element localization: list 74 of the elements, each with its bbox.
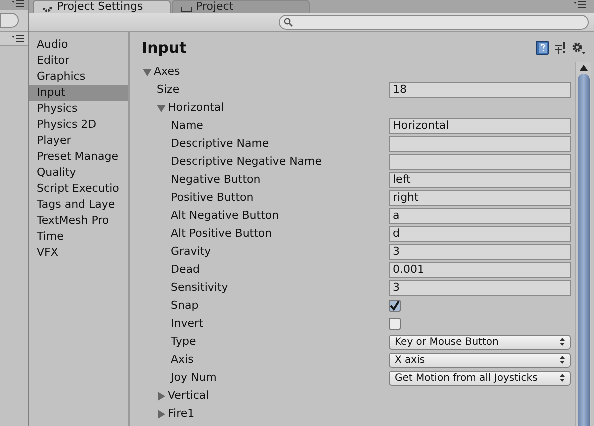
property-label: Descriptive Name [171,136,270,152]
up-down-arrows-icon [560,374,565,382]
dropdown[interactable]: X axis [389,352,571,368]
expanded-arrow-icon[interactable] [157,104,166,112]
input-field[interactable] [389,154,571,170]
page-title: Input [142,38,187,59]
up-down-arrows-icon [560,356,565,364]
foldout-label[interactable]: Horizontal [168,100,224,116]
foldout-label[interactable]: Axes [154,64,180,80]
sidebar-item[interactable]: Player [29,133,128,149]
collapsed-arrow-icon[interactable] [157,392,166,400]
property-label: Joy Num [171,370,217,386]
input-field[interactable]: a [389,208,571,224]
input-field[interactable]: d [389,226,571,242]
input-field[interactable]: Horizontal [389,118,571,134]
sidebar-item[interactable]: Physics [29,101,128,117]
help-book-icon[interactable] [536,41,549,55]
property-label: Gravity [171,244,212,260]
property-label: Type [171,334,196,350]
menu-icon[interactable] [574,1,586,8]
dropdown[interactable]: Get Motion from all Joysticks [389,370,571,386]
gear-icon[interactable] [572,42,586,54]
property-label: Descriptive Negative Name [171,154,322,170]
property-label: Positive Button [171,190,254,206]
input-field[interactable]: 18 [389,82,571,98]
property-label: Negative Button [171,172,261,188]
search-field[interactable] [279,14,589,30]
expanded-arrow-icon[interactable] [143,68,152,76]
property-label: Sensitivity [171,280,228,296]
input-field[interactable]: left [389,172,571,188]
menu-icon[interactable] [12,0,24,7]
property-label: Invert [171,316,204,332]
dropdown[interactable]: Key or Mouse Button [389,334,571,350]
folder-icon [181,7,192,13]
sidebar-item[interactable]: Graphics [29,69,128,85]
scroll-up-icon[interactable] [580,65,588,71]
foldout-label[interactable]: Vertical [168,388,210,404]
tab[interactable]: Project [172,0,310,13]
sliders-icon[interactable] [555,42,566,54]
up-down-arrows-icon [560,338,565,346]
input-field[interactable]: 0.001 [389,262,571,278]
property-label: Axis [171,352,194,368]
input-field[interactable]: 3 [389,244,571,260]
sidebar-item[interactable]: Input [29,85,128,101]
checkbox[interactable] [389,300,401,312]
scrollbar-thumb[interactable] [578,74,590,426]
menu-icon[interactable] [12,35,24,42]
search-icon [284,18,293,26]
property-label: Alt Negative Button [171,208,280,224]
tab[interactable]: Project Settings [33,0,171,13]
sidebar-item[interactable]: Script Executio [29,181,128,197]
sidebar-item[interactable]: Audio [29,37,128,53]
property-label: Name [171,118,204,134]
checkbox[interactable] [389,318,401,330]
sidebar-item[interactable]: Time [29,229,128,245]
property-label: Snap [171,298,199,314]
sidebar-item[interactable]: TextMesh Pro [29,213,128,229]
collapsed-arrow-icon[interactable] [157,410,166,418]
input-field[interactable]: 3 [389,280,571,296]
sidebar-item[interactable]: Preset Manage [29,149,128,165]
sidebar-item[interactable]: Quality [29,165,128,181]
search-field[interactable] [0,13,19,28]
sidebar-item[interactable]: Tags and Laye [29,197,128,213]
property-label: Dead [171,262,200,278]
gear-icon [42,7,53,13]
sidebar-item[interactable]: Physics 2D [29,117,128,133]
sidebar-item[interactable]: Editor [29,53,128,69]
sidebar-item[interactable]: VFX [29,245,128,261]
scrollbar[interactable] [575,62,591,426]
foldout-label[interactable]: Fire1 [168,406,195,422]
property-label: Size [157,82,180,98]
property-label: Alt Positive Button [171,226,272,242]
input-field[interactable] [389,136,571,152]
input-field[interactable]: right [389,190,571,206]
